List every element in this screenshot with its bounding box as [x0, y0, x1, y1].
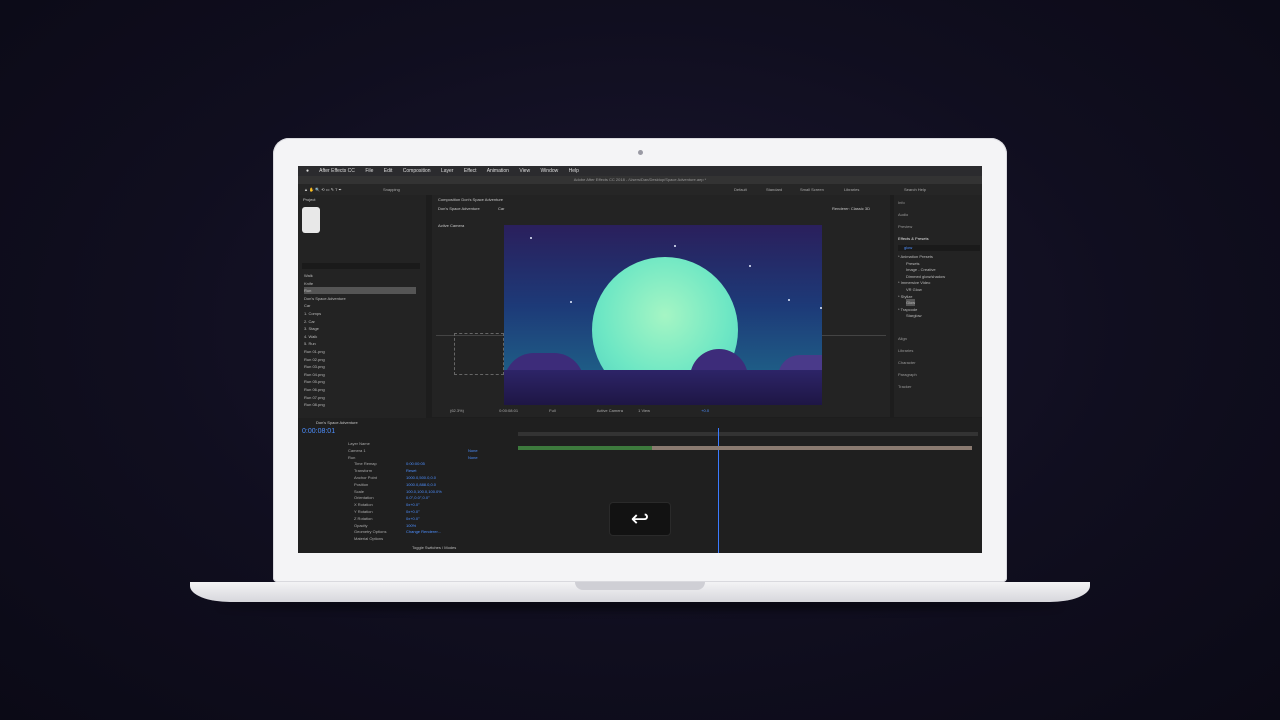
menu-help[interactable]: Help — [569, 168, 579, 174]
star — [674, 245, 676, 247]
zoom-level[interactable]: (62.3%) — [450, 408, 464, 413]
project-item[interactable]: Walk — [304, 272, 416, 279]
panel-libraries[interactable]: Libraries — [898, 347, 913, 354]
star — [530, 237, 532, 239]
star — [749, 265, 751, 267]
project-item[interactable]: 2. Car — [304, 318, 416, 325]
timeline-ruler[interactable] — [518, 432, 978, 436]
project-item[interactable]: 4. Walk — [304, 333, 416, 340]
workspace-libraries[interactable]: Libraries — [844, 184, 859, 195]
effects-tree-item[interactable]: Starglow — [906, 312, 922, 319]
project-item[interactable]: Knife — [304, 280, 416, 287]
timeline-tab[interactable]: Don's Space Adventure — [316, 420, 358, 425]
ground — [504, 370, 822, 405]
layer-name: Material Options — [354, 536, 384, 542]
project-item[interactable]: 3. Stage — [304, 325, 416, 332]
star — [788, 299, 790, 301]
project-item[interactable]: Run 06.png — [304, 386, 416, 393]
tab-comp-main[interactable]: Don's Space Adventure — [438, 206, 480, 211]
menu-window[interactable]: Window — [540, 168, 558, 174]
composition-footer: (62.3%) 0:00:08:01 Full Active Camera 1 … — [436, 406, 886, 415]
workspace-standard[interactable]: Standard — [766, 184, 782, 195]
apple-icon[interactable]: ● — [306, 168, 309, 174]
workspace-default[interactable]: Default — [734, 184, 747, 195]
project-tab[interactable]: Project — [303, 197, 315, 202]
tab-comp-car[interactable]: Car — [498, 206, 504, 211]
menu-app[interactable]: After Effects CC — [319, 168, 355, 174]
active-camera-label: Active Camera — [438, 223, 465, 228]
selection-tool-icon[interactable]: ▲ ✋ 🔍 ⟲ ▭ ✎ T ✒ — [304, 187, 342, 192]
menu-bar: ● After Effects CC File Edit Composition… — [298, 166, 982, 176]
menu-effect[interactable]: Effect — [464, 168, 477, 174]
menu-file[interactable]: File — [365, 168, 373, 174]
laptop-screen: ● After Effects CC File Edit Composition… — [298, 166, 982, 553]
window-title: Adobe After Effects CC 2018 - /Users/Dan… — [298, 176, 982, 184]
toggle-switches-modes[interactable]: Toggle Switches / Modes — [412, 545, 456, 551]
comp-time[interactable]: 0:00:08:01 — [499, 408, 518, 413]
timeline-time[interactable]: 0:00:08:01 — [302, 428, 335, 435]
right-panel: Info Audio Preview Effects & Presets Align Li… — [894, 195, 982, 417]
project-search-input[interactable] — [302, 263, 420, 269]
timeline-layer-row[interactable]: Material Options — [298, 535, 982, 542]
project-item[interactable]: Run 03.png — [304, 363, 416, 370]
camera-select[interactable]: Active Camera — [597, 408, 623, 413]
snapping-toggle[interactable]: Snapping — [383, 187, 400, 192]
project-panel: Project Walk Knife Run Don's Space Adventur… — [298, 195, 426, 418]
panel-effects-presets[interactable]: Effects & Presets — [898, 235, 929, 242]
star — [570, 301, 572, 303]
project-item[interactable]: Run 08.png — [304, 401, 416, 408]
resolution-select[interactable]: Full — [549, 408, 555, 413]
composition-viewport[interactable] — [504, 225, 822, 405]
project-item[interactable]: Run 07.png — [304, 394, 416, 401]
project-item[interactable]: 1. Comps — [304, 310, 416, 317]
effects-search-input[interactable]: glow — [898, 245, 980, 251]
workspace-small-screen[interactable]: Small Screen — [800, 184, 824, 195]
project-item[interactable]: Run — [304, 287, 416, 295]
tools-bar: ▲ ✋ 🔍 ⟲ ▭ ✎ T ✒ Snapping Default Standar… — [298, 184, 982, 195]
menu-animation[interactable]: Animation — [487, 168, 509, 174]
panel-info[interactable]: Info — [898, 199, 905, 206]
footage-thumbnail — [302, 207, 320, 233]
panel-preview[interactable]: Preview — [898, 223, 912, 230]
laptop-notch — [575, 582, 705, 590]
project-item[interactable]: Car — [304, 302, 416, 309]
camera-bounds[interactable] — [454, 333, 504, 375]
panel-tracker[interactable]: Tracker — [898, 383, 911, 390]
renderer-label[interactable]: Renderer: Classic 3D — [832, 206, 870, 211]
return-key-icon: ↩ — [610, 503, 670, 535]
project-item[interactable]: Don's Space Adventure — [304, 295, 416, 302]
project-item[interactable]: Run 02.png — [304, 356, 416, 363]
project-item[interactable]: Run 05.png — [304, 378, 416, 385]
panel-audio[interactable]: Audio — [898, 211, 908, 218]
project-item[interactable]: Run 01.png — [304, 348, 416, 355]
webcam-icon — [638, 150, 643, 155]
menu-edit[interactable]: Edit — [384, 168, 393, 174]
menu-view[interactable]: View — [519, 168, 530, 174]
views-select[interactable]: 1 View — [638, 408, 650, 413]
search-help-input[interactable]: Search Help — [904, 184, 926, 195]
menu-layer[interactable]: Layer — [441, 168, 454, 174]
menu-composition[interactable]: Composition — [403, 168, 431, 174]
project-item[interactable]: 5. Run — [304, 340, 416, 347]
project-item[interactable]: Run 04.png — [304, 371, 416, 378]
panel-align[interactable]: Align — [898, 335, 907, 342]
star — [820, 307, 822, 309]
exposure-value[interactable]: +0.0 — [701, 408, 709, 413]
panel-character[interactable]: Character — [898, 359, 916, 366]
composition-title: Composition Don's Space Adventure — [438, 197, 504, 202]
panel-paragraph[interactable]: Paragraph — [898, 371, 917, 378]
